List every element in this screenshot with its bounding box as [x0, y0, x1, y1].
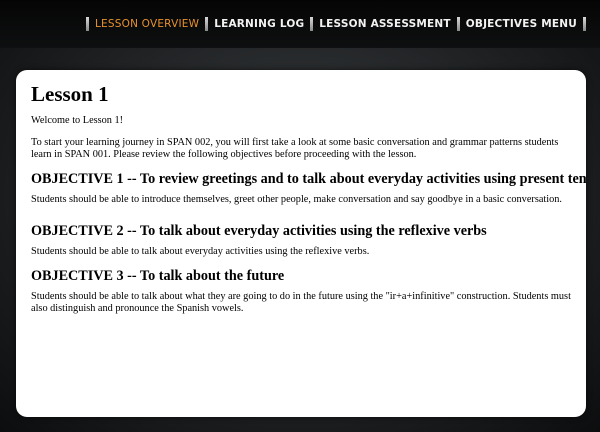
nav-lesson-overview[interactable]: LESSON OVERVIEW — [95, 18, 199, 30]
objective-1-heading: OBJECTIVE 1 -- To review greetings and t… — [31, 171, 586, 187]
lesson-content-panel: Lesson 1 Welcome to Lesson 1! To start y… — [16, 70, 586, 417]
objective-2-description: Students should be able to talk about ev… — [31, 246, 370, 257]
objective-2-heading: OBJECTIVE 2 -- To talk about everyday ac… — [31, 223, 487, 239]
menu-separator — [86, 17, 89, 31]
objective-1-description: Students should be able to introduce the… — [31, 194, 562, 205]
menu-separator — [205, 17, 209, 31]
menu-separator — [583, 17, 586, 31]
menu-separator — [310, 17, 314, 31]
objective-3-heading: OBJECTIVE 3 -- To talk about the future — [31, 268, 285, 284]
main-menu: LESSON OVERVIEW LEARNING LOG LESSON ASSE… — [80, 15, 592, 33]
welcome-text: Welcome to Lesson 1! — [31, 115, 124, 126]
intro-text: To start your learning journey in SPAN 0… — [31, 137, 559, 160]
nav-learning-log[interactable]: LEARNING LOG — [214, 18, 304, 30]
page-title: Lesson 1 — [31, 82, 109, 106]
nav-lesson-assessment[interactable]: LESSON ASSESSMENT — [319, 18, 450, 30]
nav-objectives-menu[interactable]: OBJECTIVES MENU — [466, 18, 577, 30]
objective-3-description: Students should be able to talk about wh… — [31, 291, 571, 314]
top-navigation-bar: LESSON OVERVIEW LEARNING LOG LESSON ASSE… — [0, 0, 600, 48]
menu-separator — [456, 17, 460, 31]
